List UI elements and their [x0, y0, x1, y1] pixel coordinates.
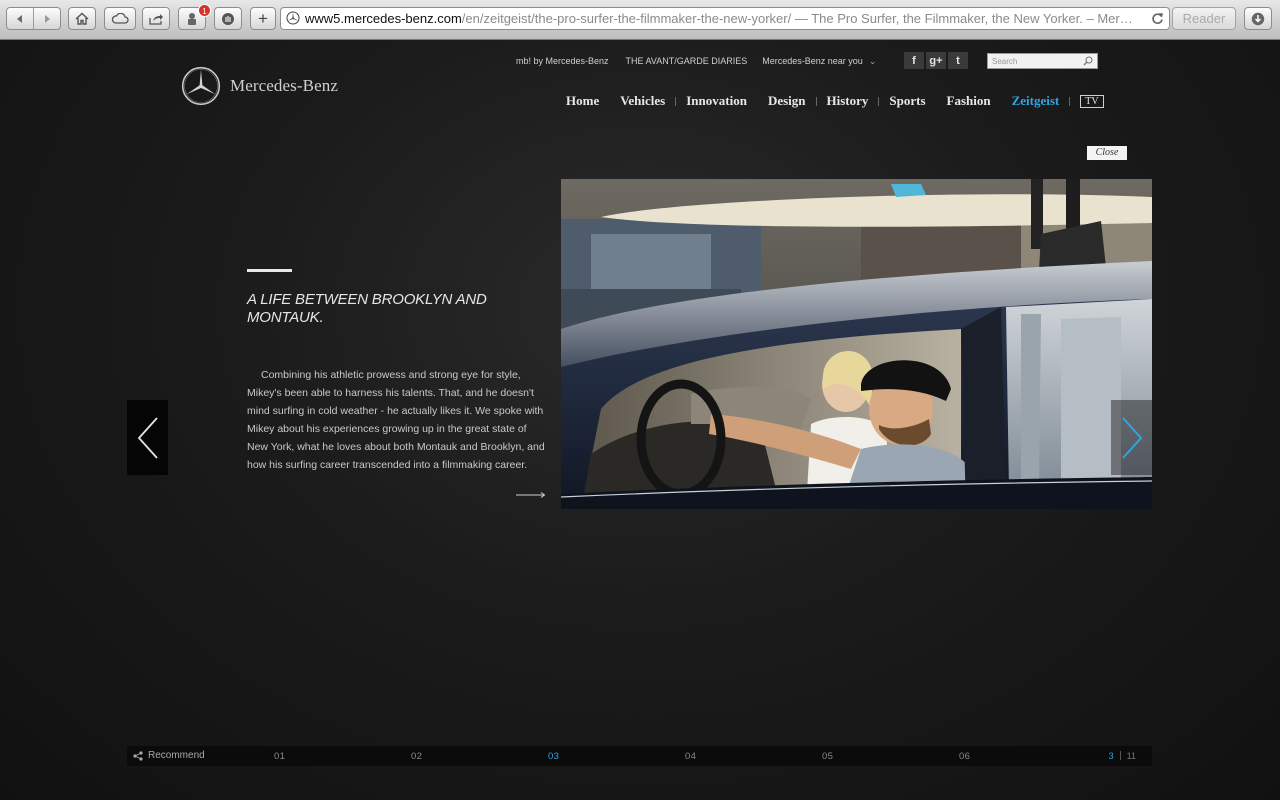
hand-icon: [222, 12, 234, 25]
read-more-arrow-icon[interactable]: [516, 491, 546, 499]
home-button[interactable]: [68, 7, 96, 30]
site-mercedes-icon: [286, 11, 300, 25]
reader-button[interactable]: Reader: [1172, 7, 1236, 30]
close-button[interactable]: Close: [1087, 146, 1127, 160]
search-input[interactable]: [992, 54, 1082, 68]
nav-separator: [878, 96, 880, 106]
nav-history[interactable]: History: [827, 93, 869, 109]
recommend-label: Recommend: [148, 750, 205, 761]
icloud-button[interactable]: [104, 7, 136, 30]
near-you-label: Mercedes-Benz near you: [762, 56, 863, 66]
brand-logo[interactable]: Mercedes-Benz: [181, 66, 338, 106]
slide-counter-current: 3: [1108, 751, 1114, 761]
browser-toolbar: 1 + www5.mercedes-benz.com/en/zeitgeist/…: [0, 0, 1280, 40]
article-body: Combining his athletic prowess and stron…: [247, 369, 545, 471]
nav-separator: [936, 97, 937, 106]
home-icon: [75, 12, 89, 25]
page-link-02[interactable]: 02: [411, 751, 422, 762]
twitter-icon[interactable]: t: [948, 52, 968, 69]
brand-name: Mercedes-Benz: [230, 76, 338, 95]
downloads-button[interactable]: [1244, 7, 1272, 30]
page: Mercedes-Benz mb! by Mercedes-Benz THE A…: [0, 40, 1280, 800]
page-link-04[interactable]: 04: [685, 751, 696, 762]
nav-design[interactable]: Design: [768, 93, 806, 109]
page-link-06[interactable]: 06: [959, 751, 970, 762]
next-slide-button[interactable]: [1111, 400, 1152, 475]
search-icon[interactable]: [1083, 56, 1093, 66]
search-box: [987, 53, 1098, 69]
new-tab-button[interactable]: +: [250, 7, 276, 30]
slide-counter-total: 11: [1126, 751, 1136, 761]
googleplus-icon[interactable]: g+: [926, 52, 946, 69]
nav-separator: [675, 96, 677, 106]
slide-pager-bar: Recommend 01 02 03 04 05 06 3 11: [127, 746, 1152, 766]
mercedes-star-icon: [181, 66, 221, 106]
extension-button[interactable]: 1: [178, 4, 211, 30]
slide-counter: 3 11: [1109, 751, 1136, 761]
nav-innovation[interactable]: Innovation: [686, 93, 747, 109]
near-you-link[interactable]: Mercedes-Benz near you ⌄: [762, 56, 876, 67]
main-nav: Home Vehicles Innovation Design History …: [566, 93, 1104, 109]
recommend-button[interactable]: Recommend: [133, 750, 205, 761]
page-link-01[interactable]: 01: [274, 751, 285, 762]
back-button[interactable]: [7, 8, 33, 29]
social-links: f g+ t: [904, 52, 968, 69]
avantgarde-link[interactable]: THE AVANT/GARDE DIARIES: [626, 56, 748, 67]
nav-separator: [815, 96, 817, 106]
nav-separator: [1069, 96, 1071, 106]
counter-divider: [1119, 751, 1121, 760]
page-link-05[interactable]: 05: [822, 751, 833, 762]
extension-icon: [188, 12, 196, 25]
nav-vehicles[interactable]: Vehicles: [620, 93, 665, 109]
url-path: /en/zeitgeist/the-pro-surfer-the-filmmak…: [461, 11, 792, 26]
share-icon: [133, 750, 143, 761]
nav-separator: [757, 97, 758, 106]
notification-badge: 1: [198, 4, 211, 17]
nav-zeitgeist[interactable]: Zeitgeist: [1012, 93, 1060, 109]
chevron-right-icon: [1121, 416, 1142, 459]
share-icon: [148, 13, 163, 25]
nav-tv[interactable]: TV: [1080, 94, 1104, 108]
address-bar[interactable]: www5.mercedes-benz.com/en/zeitgeist/the-…: [280, 7, 1170, 30]
mb-link[interactable]: mb! by Mercedes-Benz: [516, 56, 609, 67]
url-domain: www5.mercedes-benz.com: [305, 11, 462, 26]
headline-accent-line: [247, 269, 292, 272]
reload-icon[interactable]: [1151, 12, 1164, 25]
nav-sports[interactable]: Sports: [889, 93, 925, 109]
article-headline: A LIFE BETWEEN BROOKLYN AND MONTAUK.: [247, 291, 487, 326]
cloud-icon: [111, 13, 129, 24]
page-link-03[interactable]: 03: [548, 751, 559, 762]
nav-separator: [609, 97, 610, 106]
previous-slide-button[interactable]: [127, 400, 168, 475]
back-forward-buttons: [6, 7, 61, 30]
nav-home[interactable]: Home: [566, 93, 599, 109]
back-arrow-icon: [17, 14, 22, 23]
chevron-left-icon: [137, 416, 158, 459]
chevron-down-icon: ⌄: [868, 56, 877, 66]
forward-arrow-icon: [45, 14, 50, 23]
forward-button[interactable]: [33, 8, 60, 29]
article-photo: [561, 179, 1152, 509]
download-icon: [1251, 12, 1265, 25]
car-photo-illustration: [561, 179, 1152, 509]
facebook-icon[interactable]: f: [904, 52, 924, 69]
nav-separator: [1001, 97, 1002, 106]
adblock-button[interactable]: [214, 7, 242, 30]
utility-nav: mb! by Mercedes-Benz THE AVANT/GARDE DIA…: [516, 56, 876, 67]
share-button[interactable]: [142, 7, 170, 30]
page-title-text: — The Pro Surfer, the Filmmaker, the New…: [791, 11, 1133, 26]
nav-fashion[interactable]: Fashion: [947, 93, 991, 109]
